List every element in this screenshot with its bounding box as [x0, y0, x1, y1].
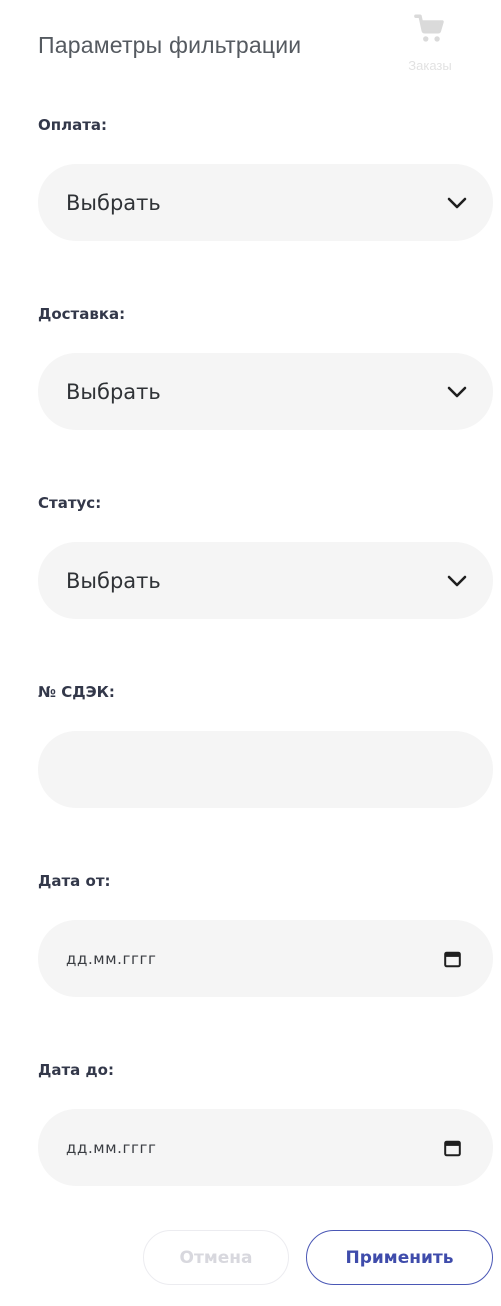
chevron-down-icon — [447, 197, 467, 208]
payment-select-value: Выбрать — [66, 190, 161, 215]
date-to-placeholder: дд.мм.гггг — [66, 1138, 157, 1157]
status-select-value: Выбрать — [66, 568, 161, 593]
delivery-select[interactable]: Выбрать — [38, 353, 493, 430]
date-from-input[interactable]: дд.мм.гггг — [38, 920, 493, 997]
cdek-number-input[interactable] — [38, 731, 493, 808]
cdek-label: № СДЭК: — [38, 683, 115, 701]
cancel-button[interactable]: Отмена — [143, 1230, 289, 1285]
page-title: Параметры фильтрации — [38, 32, 302, 58]
calendar-icon[interactable] — [444, 1139, 461, 1156]
apply-button[interactable]: Применить — [306, 1230, 493, 1285]
date-from-placeholder: дд.мм.гггг — [66, 949, 157, 968]
payment-label: Оплата: — [38, 116, 108, 134]
delivery-label: Доставка: — [38, 305, 126, 323]
chevron-down-icon — [447, 575, 467, 586]
calendar-icon[interactable] — [444, 950, 461, 967]
nav-item-label: Заказы — [408, 58, 452, 73]
payment-select[interactable]: Выбрать — [38, 164, 493, 241]
date-from-label: Дата от: — [38, 872, 111, 890]
status-select[interactable]: Выбрать — [38, 542, 493, 619]
nav-item-orders[interactable]: Заказы — [390, 12, 470, 73]
date-to-label: Дата до: — [38, 1061, 114, 1079]
chevron-down-icon — [447, 386, 467, 397]
cart-icon — [414, 14, 444, 42]
date-to-input[interactable]: дд.мм.гггг — [38, 1109, 493, 1186]
status-label: Статус: — [38, 494, 102, 512]
delivery-select-value: Выбрать — [66, 379, 161, 404]
